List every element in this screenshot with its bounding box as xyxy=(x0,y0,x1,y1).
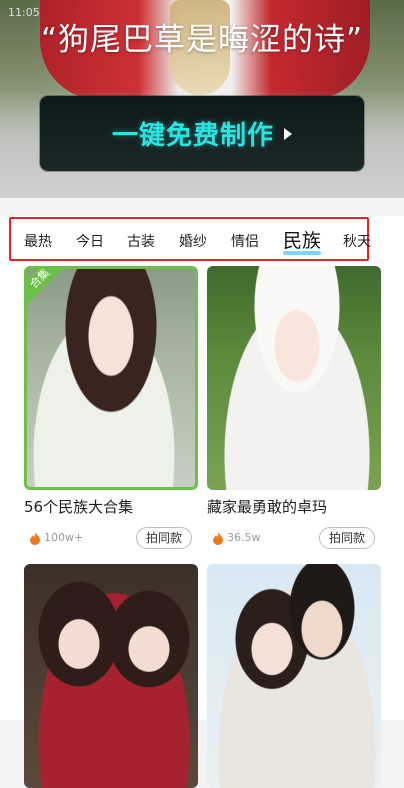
tab-ethnic[interactable]: 民族 xyxy=(283,216,321,264)
create-free-label: 一键免费制作 xyxy=(111,121,274,151)
active-tab-underline xyxy=(283,251,321,255)
template-title: 藏家最勇敢的卓玛 xyxy=(207,498,328,516)
template-photo xyxy=(207,564,381,788)
template-card[interactable] xyxy=(207,564,381,788)
heat-count: 100w+ xyxy=(44,531,84,544)
hero-banner: 11:05 “狗尾巴草是晦涩的诗” 一键免费制作 xyxy=(0,0,404,198)
tab-hottest[interactable]: 最热 xyxy=(24,216,52,264)
tab-couple[interactable]: 情侣 xyxy=(231,216,259,264)
tab-today[interactable]: 今日 xyxy=(76,216,104,264)
template-meta: 36.5w 拍同款 xyxy=(207,527,381,551)
flame-icon xyxy=(30,532,40,545)
template-photo: 合集 xyxy=(24,266,198,490)
template-card[interactable]: 合集 56个民族大合集 100w+ 拍同款 xyxy=(24,266,198,551)
play-arrow-icon xyxy=(284,127,292,140)
flame-icon xyxy=(213,532,223,545)
template-card[interactable] xyxy=(24,564,198,788)
heat-count: 36.5w xyxy=(227,531,261,544)
template-card[interactable]: 藏家最勇敢的卓玛 36.5w 拍同款 xyxy=(207,266,381,551)
template-grid: 合集 56个民族大合集 100w+ 拍同款 藏家最勇敢的卓玛 36.5w 拍同款 xyxy=(0,264,404,788)
create-free-button[interactable]: 一键免费制作 xyxy=(40,96,364,171)
tab-wedding[interactable]: 婚纱 xyxy=(179,216,207,264)
shoot-same-button[interactable]: 拍同款 xyxy=(136,527,192,549)
template-title: 56个民族大合集 xyxy=(24,498,134,516)
shoot-same-button[interactable]: 拍同款 xyxy=(319,527,375,549)
hero-title: “狗尾巴草是晦涩的诗” xyxy=(40,22,364,58)
template-photo xyxy=(24,564,198,788)
template-photo xyxy=(207,266,381,490)
tab-autumn[interactable]: 秋天 xyxy=(343,216,371,264)
template-meta: 100w+ 拍同款 xyxy=(24,527,198,551)
category-tabs: 最热 今日 古装 婚纱 情侣 民族 秋天 xyxy=(0,216,404,264)
tab-costume[interactable]: 古装 xyxy=(127,216,155,264)
collection-badge: 合集 xyxy=(24,266,69,308)
